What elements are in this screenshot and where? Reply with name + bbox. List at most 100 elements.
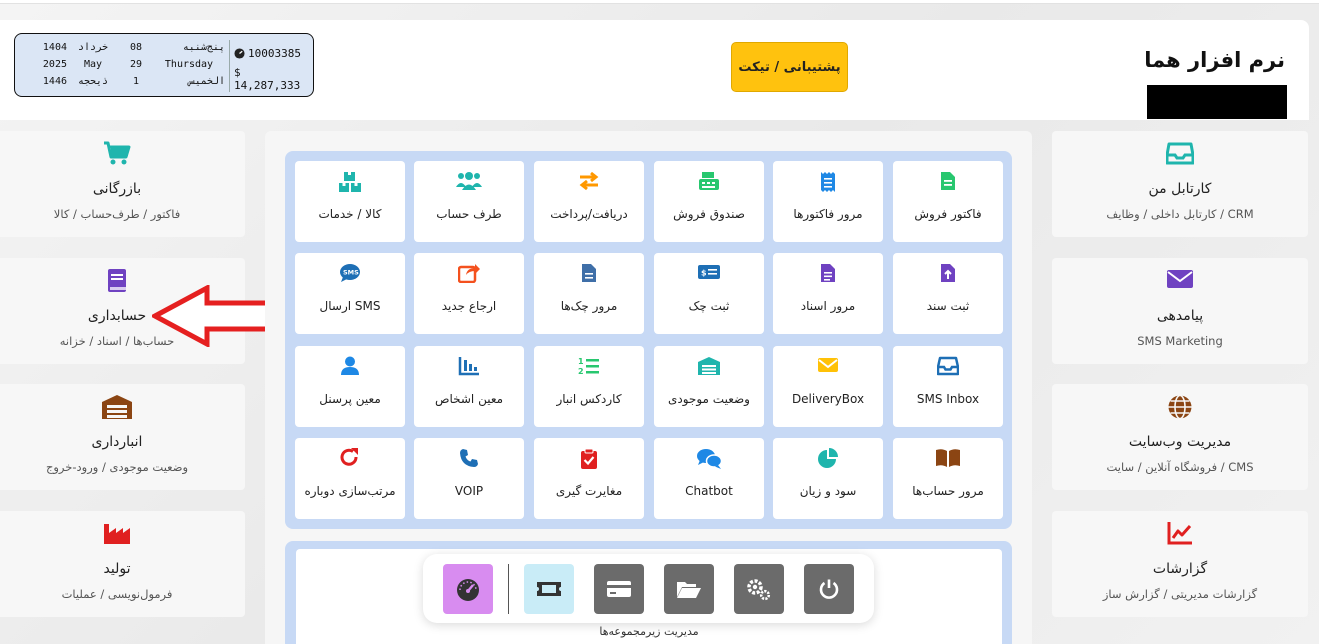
tile-label: معین پرسنل	[319, 392, 381, 406]
cogs-icon	[747, 579, 771, 601]
dashboard-button[interactable]	[443, 564, 493, 614]
card-title: انبارداری	[91, 434, 143, 450]
card-title: مدیریت وب‌سایت	[1128, 434, 1232, 450]
exchange-icon	[534, 171, 644, 193]
tile-label: معین اشخاص	[434, 392, 504, 406]
tile-label: VOIP	[454, 484, 484, 498]
date-weekday: الخميس	[188, 76, 225, 87]
power-button[interactable]	[804, 564, 854, 614]
users-icon	[414, 171, 524, 193]
tile-label: DeliveryBox	[791, 392, 865, 406]
card-title: گزارشات	[1152, 561, 1208, 577]
ticket-icon	[537, 582, 561, 596]
tile-persons-ledger[interactable]: معین اشخاص	[414, 346, 524, 427]
tile-chatbot[interactable]: Chatbot	[654, 438, 764, 519]
pie-chart-icon	[773, 448, 883, 470]
tile-sales-invoice[interactable]: فاکتور فروش	[893, 161, 1003, 242]
tile-inventory-status[interactable]: وضعیت موجودی	[654, 346, 764, 427]
tile-label: کالا / خدمات	[318, 207, 382, 221]
file-icon	[534, 263, 644, 285]
card-title: بازرگانی	[92, 181, 142, 197]
globe-icon	[1052, 394, 1308, 420]
open-book-icon	[893, 448, 1003, 470]
tile-browse-invoices[interactable]: مرور فاکتورها	[773, 161, 883, 242]
tile-browse-checks[interactable]: مرور چک‌ها	[534, 253, 644, 334]
file-upload-icon	[893, 263, 1003, 285]
date-year: 1404	[42, 42, 67, 53]
sms-icon: SMS	[295, 263, 405, 285]
support-ticket-button[interactable]: پشتیبانی / تیکت	[731, 42, 848, 92]
module-card-cartable[interactable]: کارتابل من کارتابل داخلی / وظایف / CRM	[1052, 131, 1308, 237]
tile-record-document[interactable]: ثبت سند	[893, 253, 1003, 334]
tile-reconciliation[interactable]: مغایرت گیری	[534, 438, 644, 519]
warehouse-icon	[654, 356, 764, 378]
tile-reorder[interactable]: مرتب‌سازی دوباره	[295, 438, 405, 519]
header: نرم افزار هما پشتیبانی / تیکت 1404 خرداد…	[0, 20, 1309, 120]
files-button[interactable]	[664, 564, 714, 614]
tile-personnel-ledger[interactable]: معین پرسنل	[295, 346, 405, 427]
tile-voip[interactable]: VOIP	[414, 438, 524, 519]
tile-profit-loss[interactable]: سود و زیان	[773, 438, 883, 519]
gauge-icon	[234, 47, 245, 59]
date-year: 2025	[42, 59, 67, 70]
module-card-messaging[interactable]: پیامدهی SMS Marketing	[1052, 258, 1308, 364]
tile-new-referral[interactable]: ارجاع جدید	[414, 253, 524, 334]
tile-label: دریافت/پرداخت	[550, 207, 628, 221]
comments-icon	[654, 448, 764, 470]
tile-sales-register[interactable]: صندوق فروش	[654, 161, 764, 242]
svg-text:2: 2	[578, 367, 584, 376]
tile-warehouse-kardex[interactable]: 12 کاردکس انبار	[534, 346, 644, 427]
tile-delivery-box[interactable]: DeliveryBox	[773, 346, 883, 427]
clipboard-check-icon	[534, 448, 644, 470]
tile-label: مرور حساب‌ها	[912, 484, 984, 498]
tile-sms-inbox[interactable]: SMS Inbox	[893, 346, 1003, 427]
money-check-icon: $	[654, 263, 764, 285]
date-weekday: Thursday	[164, 59, 214, 70]
factory-icon	[0, 521, 245, 547]
user-icon	[295, 356, 405, 378]
tile-record-check[interactable]: $ ثبت چک	[654, 253, 764, 334]
tile-counterparty[interactable]: طرف حساب	[414, 161, 524, 242]
account-row: 10003385	[234, 40, 307, 66]
folder-open-icon	[677, 582, 701, 598]
boxes-icon	[295, 171, 405, 193]
top-bar	[0, 0, 1319, 4]
list-ol-icon: 12	[534, 356, 644, 378]
file-text-icon	[773, 263, 883, 285]
invoice-icon	[893, 171, 1003, 193]
account-number: 10003385	[248, 46, 301, 60]
module-card-website[interactable]: مدیریت وب‌سایت فروشگاه آنلاین / سایت / C…	[1052, 384, 1308, 490]
tile-goods-services[interactable]: کالا / خدمات	[295, 161, 405, 242]
card-subtitle: گزارشات مدیریتی / گزارش ساز	[1102, 587, 1258, 601]
card-subtitle: وضعیت موجودی / ورود-خروج	[45, 460, 189, 474]
module-card-production[interactable]: تولید فرمول‌نویسی / عملیات	[0, 511, 245, 617]
module-card-commerce[interactable]: بازرگانی فاکتور / طرف‌حساب / کالا	[0, 131, 245, 237]
tile-browse-documents[interactable]: مرور اسناد	[773, 253, 883, 334]
tile-label: ثبت چک	[688, 299, 730, 313]
module-card-reports[interactable]: گزارشات گزارشات مدیریتی / گزارش ساز	[1052, 511, 1308, 617]
tile-send-sms[interactable]: SMS ارسال SMS	[295, 253, 405, 334]
balances: 10003385 $ 14,287,333	[229, 40, 307, 92]
tile-label: مرور اسناد	[800, 299, 856, 313]
settings-button[interactable]	[734, 564, 784, 614]
tile-receive-pay[interactable]: دریافت/پرداخت	[534, 161, 644, 242]
ticket-button[interactable]	[524, 564, 574, 614]
money-row: $ 14,287,333	[234, 66, 307, 92]
card-subtitle: فاکتور / طرف‌حساب / کالا	[53, 207, 181, 221]
share-icon	[414, 263, 524, 285]
receipt-icon	[773, 171, 883, 193]
tile-label: SMS Inbox	[916, 392, 980, 406]
tile-browse-accounts[interactable]: مرور حساب‌ها	[893, 438, 1003, 519]
date-day: 08	[129, 42, 143, 53]
red-arrow-icon	[152, 285, 277, 347]
power-icon	[819, 579, 839, 599]
payment-button[interactable]	[594, 564, 644, 614]
card-subtitle: SMS Marketing	[1137, 334, 1223, 348]
money-balance: $ 14,287,333	[234, 66, 301, 92]
chart-line-icon	[1052, 521, 1308, 547]
module-card-warehouse[interactable]: انبارداری وضعیت موجودی / ورود-خروج	[0, 384, 245, 490]
date-weekday: پنج‌شنبه	[182, 42, 225, 53]
envelope-icon	[773, 356, 883, 378]
tile-label: وضعیت موجودی	[668, 392, 750, 406]
tile-label: ثبت سند	[926, 299, 970, 313]
